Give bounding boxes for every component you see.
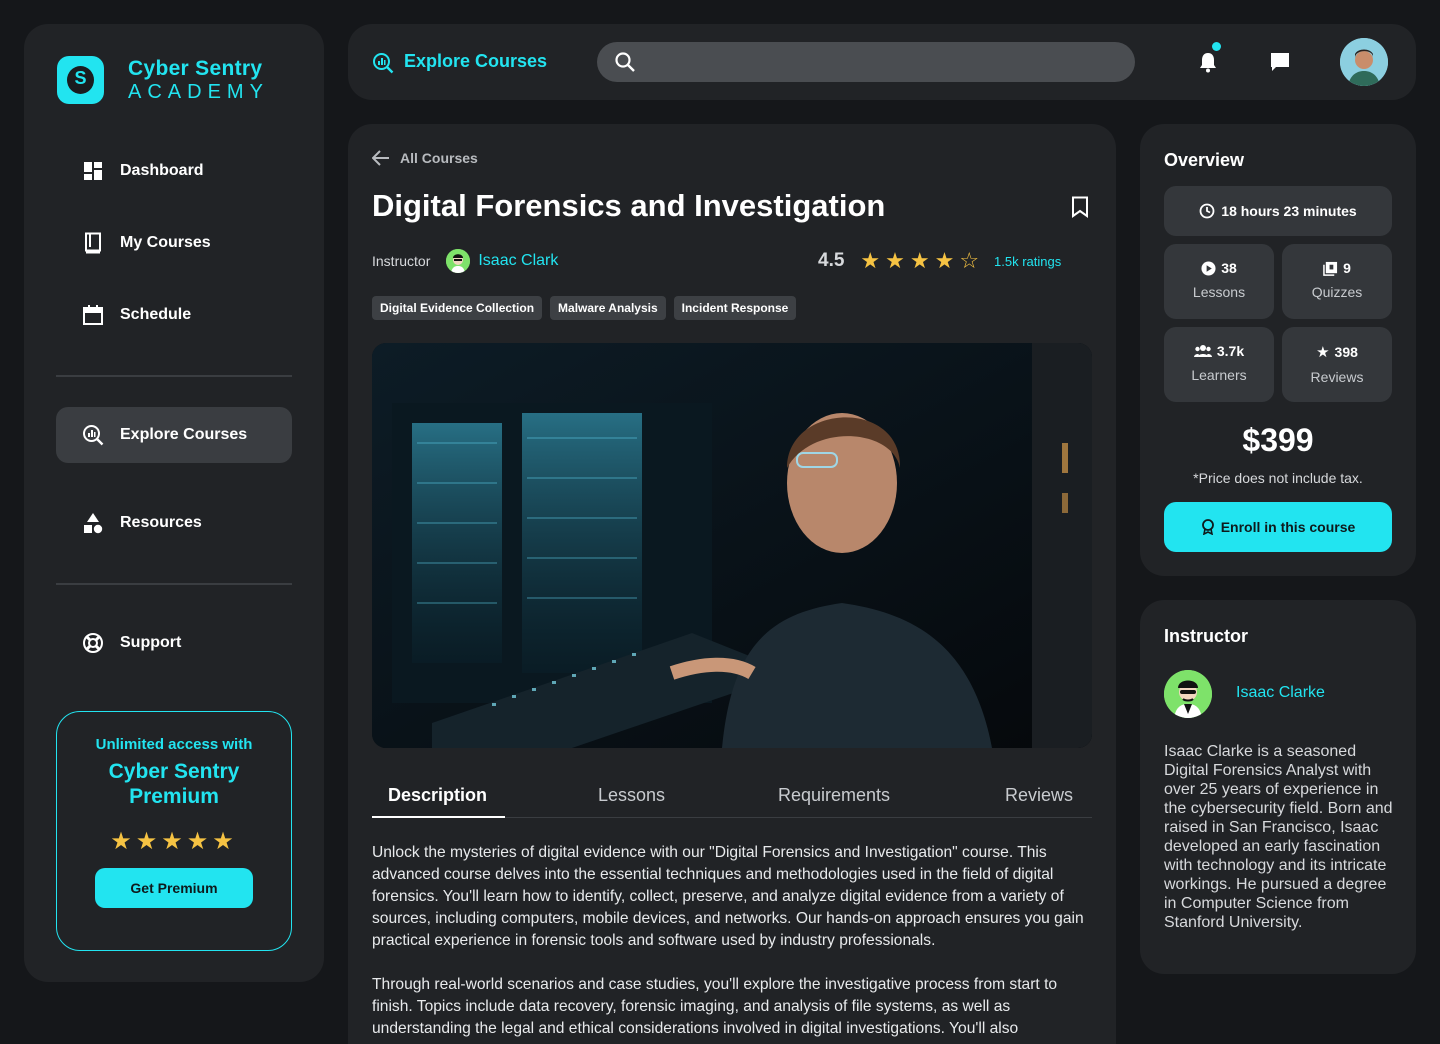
notification-badge — [1212, 42, 1221, 51]
stat-label: Reviews — [1310, 369, 1364, 385]
dashboard-icon — [82, 160, 104, 182]
tab-bar: Description Lessons Requirements Reviews — [372, 772, 1092, 818]
duration-badge: 18 hours 23 minutes — [1164, 186, 1392, 236]
instructor-card: Instructor Isaac Clarke Isaac Clarke is … — [1140, 600, 1416, 974]
rating-value: 4.5 — [818, 250, 845, 271]
overview-title: Overview — [1164, 150, 1245, 170]
stat-value: 38 — [1221, 260, 1237, 276]
course-description: Unlock the mysteries of digital evidence… — [372, 842, 1094, 1044]
bookmark-icon[interactable] — [1070, 196, 1090, 218]
description-paragraph: Unlock the mysteries of digital evidence… — [372, 844, 1084, 949]
instructor-link[interactable]: Isaac Clark — [478, 252, 558, 270]
instructor-card-title: Instructor — [1164, 626, 1249, 646]
enroll-label: Enroll in this course — [1220, 519, 1356, 535]
sidebar-item-label: Dashboard — [120, 162, 204, 179]
stat-value: 9 — [1343, 260, 1351, 276]
get-premium-button[interactable]: Get Premium — [95, 868, 253, 908]
tab-description[interactable]: Description — [372, 772, 505, 818]
sidebar-item-resources[interactable]: Resources — [56, 495, 292, 551]
sidebar-divider — [56, 375, 292, 377]
stat-reviews: ★ 398 Reviews — [1282, 327, 1392, 402]
logo-icon[interactable]: S — [57, 56, 104, 104]
shapes-icon — [82, 512, 104, 534]
sidebar-item-schedule[interactable]: Schedule — [56, 287, 292, 343]
stat-quizzes: 9 Quizzes — [1282, 244, 1392, 319]
instructor-bio: Isaac Clarke is a seasoned Digital Foren… — [1164, 743, 1393, 931]
avatar[interactable] — [1340, 38, 1388, 86]
badge-icon — [1201, 519, 1214, 535]
people-icon — [1193, 345, 1212, 357]
premium-stars: ★★★★★ — [110, 828, 238, 855]
duration-text: 18 hours 23 minutes — [1221, 203, 1357, 219]
sidebar-item-support[interactable]: Support — [56, 615, 292, 671]
course-detail: All Courses Digital Forensics and Invest… — [348, 124, 1116, 1044]
tag[interactable]: Malware Analysis — [550, 296, 666, 320]
sidebar-item-my-courses[interactable]: My Courses — [56, 215, 292, 271]
sidebar-item-label: Resources — [120, 514, 202, 531]
premium-line1: Unlimited access with — [95, 736, 253, 753]
explore-icon — [373, 53, 394, 74]
page-title: Explore Courses — [404, 51, 548, 71]
stat-label: Quizzes — [1311, 284, 1363, 300]
explore-icon — [82, 424, 104, 446]
book-icon — [82, 232, 104, 254]
clock-icon — [1199, 203, 1215, 219]
stat-learners: 3.7k Learners — [1164, 327, 1274, 402]
premium-line2: Cyber Sentry Premium — [108, 760, 240, 808]
enroll-button[interactable]: Enroll in this course — [1164, 502, 1392, 552]
instructor-avatar — [1164, 670, 1212, 718]
brand-tagline: ACADEMY — [128, 81, 269, 103]
stat-lessons: 38 Lessons — [1164, 244, 1274, 319]
sidebar-item-label: My Courses — [120, 234, 211, 251]
stat-label: Learners — [1191, 367, 1247, 383]
course-price: $399 — [1242, 422, 1314, 458]
tag[interactable]: Incident Response — [673, 296, 797, 320]
sidebar: S Cyber Sentry ACADEMY Dashboard My Cour… — [24, 24, 324, 982]
instructor-name-link[interactable]: Isaac Clarke — [1236, 684, 1325, 702]
stat-label: Lessons — [1192, 284, 1246, 300]
sidebar-item-label: Support — [120, 634, 182, 651]
instructor-row: Instructor Isaac Clark — [372, 248, 558, 274]
tab-requirements[interactable]: Requirements — [778, 772, 890, 818]
tab-lessons[interactable]: Lessons — [598, 772, 665, 818]
search-input[interactable] — [597, 42, 1135, 82]
sidebar-divider — [56, 583, 292, 585]
tag[interactable]: Digital Evidence Collection — [372, 296, 543, 320]
play-icon — [1201, 260, 1216, 276]
back-label: All Courses — [400, 150, 478, 166]
ratings-count-link[interactable]: 1.5k ratings — [994, 254, 1061, 269]
rating: 4.5 ★★★★☆ 1.5k ratings — [818, 248, 1061, 274]
sidebar-item-explore-courses[interactable]: Explore Courses — [56, 407, 292, 463]
star-icon: ★ — [1316, 344, 1330, 361]
sidebar-item-dashboard[interactable]: Dashboard — [56, 143, 292, 199]
premium-card: Unlimited access with Cyber Sentry Premi… — [56, 711, 292, 951]
chat-icon[interactable] — [1268, 50, 1292, 74]
stat-value: 398 — [1334, 344, 1358, 360]
calendar-icon — [82, 304, 104, 326]
brand-name: Cyber Sentry — [128, 57, 263, 80]
description-paragraph: Through real-world scenarios and case st… — [372, 976, 1058, 1037]
course-title: Digital Forensics and Investigation — [372, 188, 886, 223]
sidebar-item-label: Schedule — [120, 306, 192, 323]
bell-icon[interactable] — [1196, 50, 1220, 74]
stat-value: 3.7k — [1216, 343, 1245, 359]
tab-reviews[interactable]: Reviews — [1005, 772, 1073, 818]
overview-card: Overview 18 hours 23 minutes 38 Lessons … — [1140, 124, 1416, 576]
lifebuoy-icon — [82, 632, 104, 654]
back-link[interactable]: All Courses — [372, 150, 478, 166]
instructor-avatar — [446, 249, 471, 273]
top-bar: Explore Courses — [348, 24, 1416, 100]
arrow-left-icon — [372, 150, 389, 166]
rating-stars: ★★★★☆ — [860, 248, 985, 273]
price-note: *Price does not include tax. — [1193, 470, 1363, 486]
quiz-icon — [1323, 261, 1338, 276]
course-hero-image — [372, 343, 1092, 748]
instructor-label: Instructor — [372, 253, 431, 269]
sidebar-item-label: Explore Courses — [120, 426, 248, 443]
tag-list: Digital Evidence Collection Malware Anal… — [372, 296, 797, 320]
